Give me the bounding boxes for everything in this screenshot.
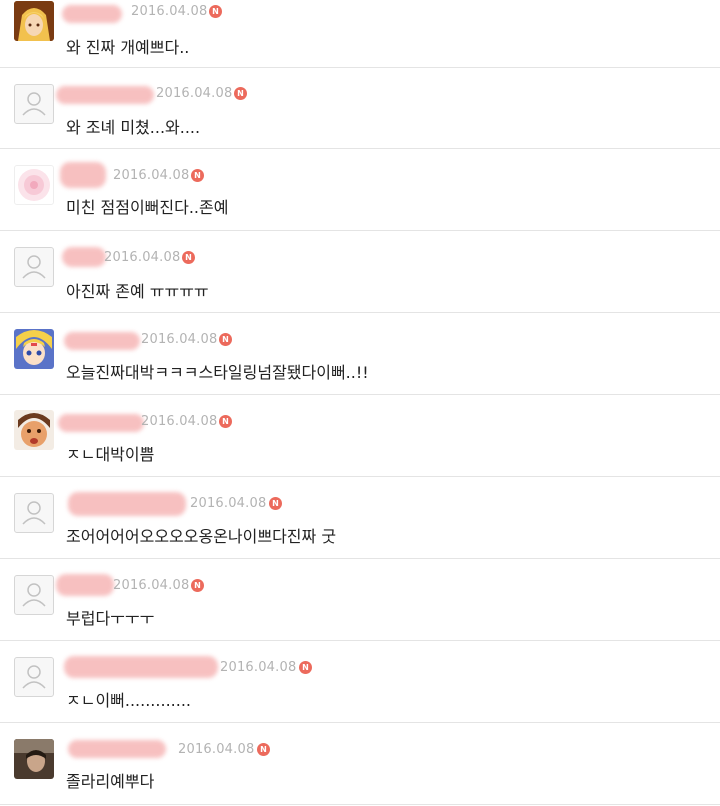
default-user-icon[interactable] <box>14 84 54 124</box>
username-redacted[interactable] <box>64 332 140 350</box>
comment-item: 2016.04.08 N ㅈㄴ이뻐............. <box>0 642 720 723</box>
comment-text: 와 진짜 개예쁘다.. <box>66 38 190 57</box>
comment-date: 2016.04.08 <box>190 496 267 511</box>
anime-blonde-avatar[interactable] <box>14 1 54 41</box>
username-redacted[interactable] <box>56 574 114 596</box>
new-badge: N <box>219 415 232 428</box>
new-badge: N <box>182 251 195 264</box>
comment-date: 2016.04.08 <box>141 414 218 429</box>
comment-text: ㅈㄴ대박이쁨 <box>66 445 155 464</box>
comment-item: 2016.04.08 N 부럽다ㅜㅜㅜ <box>0 560 720 641</box>
username-redacted[interactable] <box>56 86 154 104</box>
comment-date: 2016.04.08 <box>113 578 190 593</box>
comment-item: 2016.04.08 N 조어어어어오오오오옹온나이쁘다진짜 굿 <box>0 478 720 559</box>
username-redacted[interactable] <box>64 656 218 678</box>
default-user-icon[interactable] <box>14 493 54 533</box>
comment-item: 2016.04.08 N 오늘진짜대박ㅋㅋㅋ스타일링넘잘됐다이뻐..!! <box>0 314 720 395</box>
comment-list: 2016.04.08 N 와 진짜 개예쁘다.. 2016.04.08 N 와 … <box>0 0 720 806</box>
comment-date: 2016.04.08 <box>178 742 255 757</box>
new-badge: N <box>191 579 204 592</box>
sailor-moon-avatar[interactable] <box>14 329 54 369</box>
comment-item: 2016.04.08 N 와 진짜 개예쁘다.. <box>0 0 720 68</box>
comment-item: 2016.04.08 N 졸라리예뿌다 <box>0 724 720 805</box>
username-redacted[interactable] <box>58 414 144 432</box>
comment-text: 부럽다ㅜㅜㅜ <box>66 609 155 628</box>
photo-avatar[interactable] <box>14 739 54 779</box>
new-badge: N <box>234 87 247 100</box>
comment-date: 2016.04.08 <box>156 86 233 101</box>
comment-date: 2016.04.08 <box>220 660 297 675</box>
new-badge: N <box>191 169 204 182</box>
comment-date: 2016.04.08 <box>141 332 218 347</box>
pink-circle-avatar[interactable] <box>14 165 54 205</box>
username-redacted[interactable] <box>68 740 166 758</box>
comment-text: 미친 점점이뻐진다..존예 <box>66 198 229 217</box>
username-redacted[interactable] <box>60 162 106 188</box>
comment-text: 와 조녜 미쳤...와.... <box>66 118 201 137</box>
new-badge: N <box>269 497 282 510</box>
comment-text: 오늘진짜대박ㅋㅋㅋ스타일링넘잘됐다이뻐..!! <box>66 363 369 382</box>
username-redacted[interactable] <box>62 5 122 23</box>
new-badge: N <box>219 333 232 346</box>
comment-date: 2016.04.08 <box>113 168 190 183</box>
comment-text: ㅈㄴ이뻐............. <box>66 691 191 710</box>
new-badge: N <box>299 661 312 674</box>
default-user-icon[interactable] <box>14 247 54 287</box>
comment-date: 2016.04.08 <box>131 4 208 19</box>
comment-item: 2016.04.08 N 아진짜 존예 ㅠㅠㅠㅠ <box>0 232 720 313</box>
username-redacted[interactable] <box>62 247 106 267</box>
comment-date: 2016.04.08 <box>104 250 181 265</box>
default-user-icon[interactable] <box>14 657 54 697</box>
new-badge: N <box>257 743 270 756</box>
comment-item: 2016.04.08 N 와 조녜 미쳤...와.... <box>0 68 720 149</box>
new-badge: N <box>209 5 222 18</box>
comment-item: 2016.04.08 N 미친 점점이뻐진다..존예 <box>0 150 720 231</box>
comment-text: 아진짜 존예 ㅠㅠㅠㅠ <box>66 282 209 301</box>
comment-item: 2016.04.08 N ㅈㄴ대박이쁨 <box>0 396 720 477</box>
username-redacted[interactable] <box>68 492 186 516</box>
cartoon-face-avatar[interactable] <box>14 410 54 450</box>
comment-text: 조어어어어오오오오옹온나이쁘다진짜 굿 <box>66 527 337 546</box>
default-user-icon[interactable] <box>14 575 54 615</box>
comment-text: 졸라리예뿌다 <box>66 772 155 791</box>
